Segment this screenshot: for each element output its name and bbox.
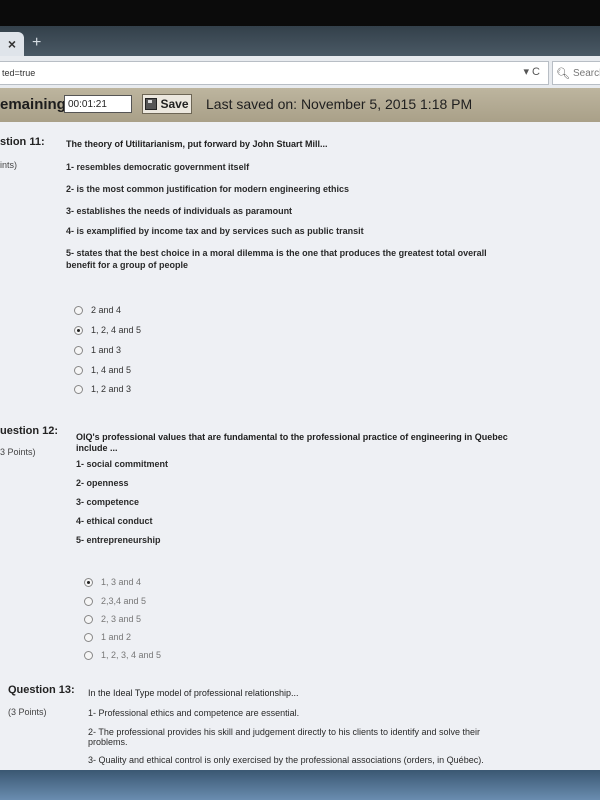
- time-remaining-field: 00:01:21: [64, 95, 132, 113]
- answer-option[interactable]: 1, 2 and 3: [74, 384, 131, 394]
- screen: × + ted=true ▾ C 🔍︎ Search emaining: 00:…: [0, 0, 600, 800]
- radio-button[interactable]: [84, 632, 93, 642]
- last-saved-status: Last saved on: November 5, 2015 1:18 PM: [206, 96, 473, 112]
- radio-button[interactable]: [84, 614, 93, 624]
- answer-option[interactable]: 2, 3 and 5: [84, 614, 141, 624]
- tab-close-button[interactable]: ×: [0, 32, 24, 56]
- statement: 3- establishes the needs of individuals …: [66, 206, 293, 216]
- question-points: 3 Points): [0, 447, 36, 457]
- quiz-content: stion 11: ints) The theory of Utilitaria…: [0, 122, 600, 772]
- statement: problems.: [88, 737, 128, 747]
- statement: 1- Professional ethics and competence ar…: [88, 708, 300, 718]
- option-label: 1, 4 and 5: [91, 365, 132, 375]
- radio-button[interactable]: [74, 365, 83, 375]
- time-remaining-label: emaining:: [0, 96, 71, 113]
- search-placeholder: Search: [572, 67, 600, 79]
- option-label: 1, 2, 3, 4 and 5: [101, 650, 162, 660]
- question-points: ints): [0, 160, 18, 170]
- option-label: 1, 2 and 3: [91, 384, 132, 394]
- question-label: uestion 12:: [0, 425, 59, 437]
- radio-button[interactable]: [74, 384, 83, 394]
- statement: 3- Quality and ethical control is only e…: [88, 755, 484, 765]
- statement: 2- openness: [76, 478, 129, 488]
- option-label: 2, 3 and 5: [101, 614, 142, 624]
- statement: 5- states that the best choice in a mora…: [66, 248, 487, 258]
- answer-option[interactable]: 1, 2, 4 and 5: [74, 325, 141, 335]
- address-bar[interactable]: ted=true ▾ C: [0, 61, 549, 85]
- statement: 3- competence: [76, 497, 140, 507]
- answer-option[interactable]: 1 and 3: [74, 345, 121, 355]
- question-label: stion 11:: [0, 136, 45, 148]
- monitor-bezel: [0, 0, 600, 26]
- statement: 2- is the most common justification for …: [66, 184, 350, 194]
- answer-option[interactable]: 1, 2, 3, 4 and 5: [84, 650, 161, 660]
- new-tab-button[interactable]: +: [32, 34, 41, 52]
- question-title: The theory of Utilitarianism, put forwar…: [66, 139, 328, 149]
- statement: benefit for a group of people: [66, 260, 188, 270]
- radio-button[interactable]: [74, 305, 83, 315]
- option-label: 2,3,4 and 5: [101, 596, 147, 606]
- answer-option[interactable]: 2 and 4: [74, 305, 121, 315]
- question-title: In the Ideal Type model of professional …: [88, 688, 299, 698]
- radio-button[interactable]: [84, 650, 93, 660]
- save-button-label: Save: [160, 97, 189, 111]
- option-label: 1 and 3: [91, 345, 122, 355]
- save-button[interactable]: Save: [142, 94, 192, 114]
- browser-toolbar: ted=true ▾ C 🔍︎ Search: [0, 56, 600, 89]
- reload-icon[interactable]: ▾ C: [523, 65, 540, 78]
- option-label: 1 and 2: [101, 632, 132, 642]
- statement: 2- The professional provides his skill a…: [88, 727, 481, 737]
- radio-button[interactable]: [84, 577, 93, 587]
- os-taskbar: [0, 770, 600, 800]
- question-title: OIQ's professional values that are funda…: [76, 432, 508, 442]
- radio-button[interactable]: [74, 325, 83, 335]
- answer-option[interactable]: 2,3,4 and 5: [84, 596, 146, 606]
- option-label: 1, 2, 4 and 5: [91, 325, 142, 335]
- statement: 4- ethical conduct: [76, 516, 153, 526]
- answer-option[interactable]: 1, 4 and 5: [74, 365, 131, 375]
- question-title-continued: include ...: [76, 443, 118, 453]
- floppy-disk-icon: [145, 98, 158, 110]
- option-label: 2 and 4: [91, 305, 122, 315]
- radio-button[interactable]: [84, 596, 93, 606]
- question-points: (3 Points): [8, 707, 47, 717]
- answer-option[interactable]: 1, 3 and 4: [84, 577, 141, 587]
- statement: 1- social commitment: [76, 459, 169, 469]
- search-input[interactable]: 🔍︎ Search: [552, 61, 600, 85]
- statement: 5- entrepreneurship: [76, 535, 161, 545]
- option-label: 1, 3 and 4: [101, 577, 142, 587]
- search-icon: 🔍︎: [556, 67, 570, 80]
- quiz-timer-bar: emaining: 00:01:21 Save Last saved on: N…: [0, 88, 600, 123]
- statement: 1- resembles democratic government itsel…: [66, 162, 250, 172]
- radio-button[interactable]: [74, 345, 83, 355]
- url-text: ted=true: [2, 68, 36, 78]
- statement: 4- is examplified by income tax and by s…: [66, 226, 364, 236]
- answer-option[interactable]: 1 and 2: [84, 632, 131, 642]
- browser-tab-strip: × +: [0, 26, 600, 56]
- question-label: Question 13:: [8, 684, 75, 696]
